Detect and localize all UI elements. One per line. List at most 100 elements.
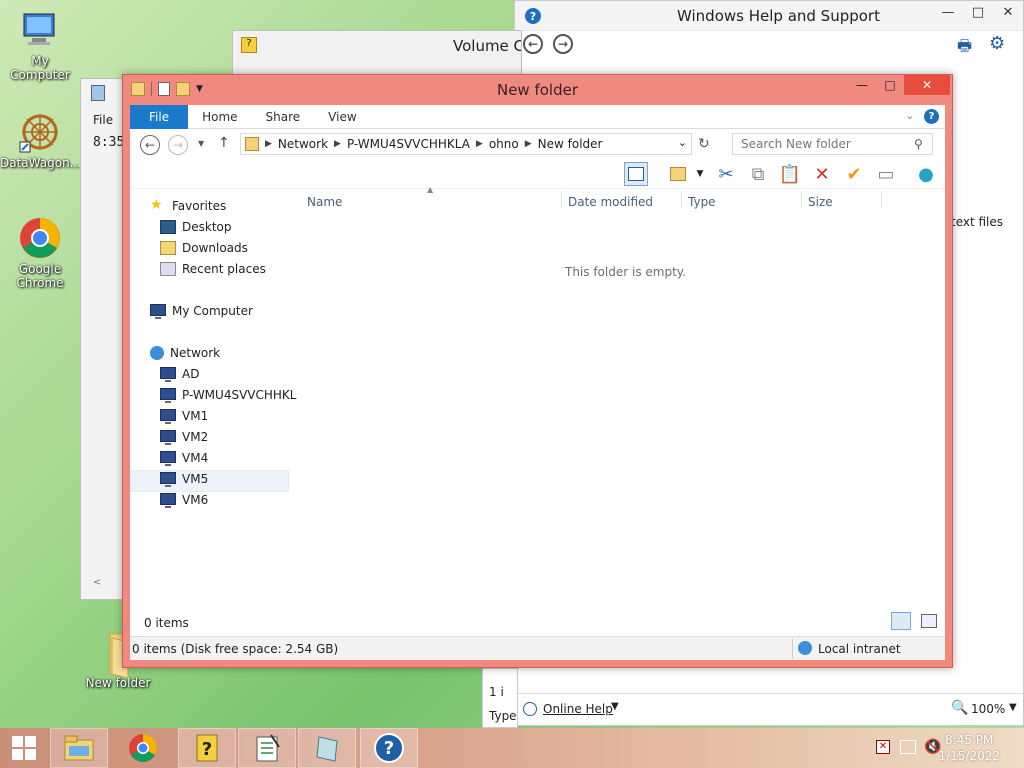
breadcrumb-network[interactable]: Network: [278, 137, 328, 151]
action-center-flag-icon[interactable]: ✕: [876, 740, 890, 754]
taskbar-app[interactable]: [298, 728, 356, 768]
help-icon[interactable]: ?: [924, 109, 939, 124]
nav-host-vm5[interactable]: VM5: [160, 469, 208, 489]
chevron-down-icon[interactable]: ▼: [1009, 702, 1017, 713]
checkmark-icon[interactable]: ✔: [842, 162, 866, 186]
close-button[interactable]: ✕: [904, 75, 950, 95]
desktop-icon-label: DataWagon...: [0, 156, 82, 170]
maximize-button[interactable]: □: [876, 75, 904, 95]
copy-icon[interactable]: ⧉: [746, 162, 770, 186]
nav-host-vm6[interactable]: VM6: [160, 490, 208, 510]
back-arrow-icon[interactable]: ←: [140, 135, 160, 155]
chevron-down-icon[interactable]: ▼: [688, 162, 712, 186]
desktop-icon-label: Google Chrome: [16, 262, 64, 290]
chevron-down-icon[interactable]: ▼: [611, 701, 619, 712]
expand-ribbon-icon[interactable]: ⌄: [906, 111, 914, 122]
nav-my-computer[interactable]: My Computer: [150, 301, 253, 321]
desktop-icon-chrome[interactable]: Google Chrome: [0, 216, 80, 290]
minimize-button[interactable]: —: [848, 75, 876, 95]
nav-host-p-wmu4[interactable]: P-WMU4SVVCHHKL: [160, 385, 296, 405]
print-icon[interactable]: 🖶: [957, 35, 972, 62]
windows-logo-icon: [12, 736, 36, 760]
breadcrumb-host[interactable]: P-WMU4SVVCHHKLA: [347, 137, 470, 151]
search-icon[interactable]: ⚲: [914, 137, 923, 151]
start-button[interactable]: [0, 728, 48, 768]
help-titlebar: ? Windows Help and Support — □ ✕: [515, 1, 1023, 31]
chrome-icon: [129, 734, 157, 762]
clock-time: 8:45 PM: [945, 733, 994, 747]
computer-icon: [160, 451, 176, 466]
column-date-modified[interactable]: Date modified: [568, 195, 653, 209]
tab-view[interactable]: View: [314, 105, 370, 129]
breadcrumb-share[interactable]: ohno: [489, 137, 519, 151]
address-dropdown-icon[interactable]: ⌄: [678, 136, 687, 149]
explorer-window[interactable]: ▼ New folder — □ ✕ File Home Share View …: [122, 74, 953, 668]
network-status-icon[interactable]: [900, 740, 916, 754]
scroll-left-arrow[interactable]: <: [93, 577, 101, 588]
navigation-bar: ← → ▼ ↑ ▶ Network ▶ P-WMU4SVVCHHKLA ▶ oh…: [130, 129, 945, 159]
nav-favorites[interactable]: ★ Favorites: [150, 196, 226, 216]
nav-host-vm4[interactable]: VM4: [160, 448, 208, 468]
tab-home[interactable]: Home: [188, 105, 251, 129]
help-file-icon: ?: [196, 734, 218, 762]
desktop-icon-datawagon[interactable]: DataWagon...: [0, 110, 82, 170]
intranet-globe-icon: [798, 641, 812, 655]
computer-icon: [160, 367, 176, 382]
help-side-text: text files: [951, 215, 1004, 229]
close-button[interactable]: ✕: [993, 1, 1023, 23]
nav-desktop[interactable]: Desktop: [160, 217, 232, 237]
nav-host-vm2[interactable]: VM2: [160, 427, 208, 447]
rename-icon[interactable]: ▭: [874, 162, 898, 186]
up-arrow-icon[interactable]: ↑: [218, 135, 230, 151]
paste-icon[interactable]: 📋: [778, 162, 802, 186]
item-count: 0 items: [144, 616, 189, 630]
minimize-button[interactable]: —: [933, 1, 963, 23]
taskbar-file-explorer[interactable]: [50, 728, 108, 768]
tab-file[interactable]: File: [130, 104, 189, 129]
ribbon-tabs: File Home Share View ⌄ ?: [130, 104, 945, 129]
nav-host-ad[interactable]: AD: [160, 364, 199, 384]
maximize-button[interactable]: □: [963, 1, 993, 23]
computer-icon: [160, 493, 176, 508]
taskbar-notepad[interactable]: [238, 728, 296, 768]
column-type[interactable]: Type: [688, 195, 716, 209]
taskbar-help-support[interactable]: ?: [360, 728, 418, 768]
notepad-file-menu[interactable]: File: [93, 113, 113, 127]
search-input[interactable]: Search New folder: [732, 133, 933, 155]
column-size[interactable]: Size: [808, 195, 833, 209]
zoom-level[interactable]: 100%: [971, 702, 1005, 716]
delete-icon[interactable]: ✕: [810, 162, 834, 186]
details-view-icon[interactable]: [891, 612, 911, 630]
recent-locations-chevron-icon[interactable]: ▼: [198, 139, 204, 148]
online-help-button[interactable]: Online Help: [543, 702, 613, 716]
app-window-icon: [316, 736, 338, 762]
breadcrumb-folder[interactable]: New folder: [538, 137, 603, 151]
desktop-icon-my-computer[interactable]: My Computer: [0, 8, 80, 82]
forward-arrow-icon[interactable]: →: [168, 135, 188, 155]
back-arrow-icon[interactable]: ←: [523, 34, 543, 54]
address-bar[interactable]: ▶ Network ▶ P-WMU4SVVCHHKLA ▶ ohno ▶ New…: [240, 133, 692, 155]
nav-recent-places[interactable]: Recent places: [160, 259, 266, 279]
system-clock[interactable]: 8:45 PM 1/15/2022: [938, 732, 1000, 764]
forward-arrow-icon[interactable]: →: [553, 34, 573, 54]
recent-places-icon: [160, 262, 176, 276]
taskbar: ? ? ✕ 🔇 8:45 PM 1/15/2022: [0, 728, 1024, 768]
preview-pane-icon[interactable]: [624, 162, 648, 186]
volume-window[interactable]: ? Volume C: [232, 30, 522, 80]
cut-icon[interactable]: ✂: [714, 162, 738, 186]
shell-icon[interactable]: ●: [914, 162, 938, 186]
large-icons-view-icon[interactable]: [921, 614, 937, 628]
taskbar-help-file[interactable]: ?: [178, 728, 236, 768]
column-name[interactable]: Name: [307, 195, 342, 209]
nav-network[interactable]: Network: [150, 343, 220, 363]
refresh-icon[interactable]: ↻: [698, 136, 710, 152]
status-disk-space: 0 items (Disk free space: 2.54 GB): [132, 642, 339, 656]
nav-host-vm1[interactable]: VM1: [160, 406, 208, 426]
folder-check-icon[interactable]: [666, 162, 690, 186]
gear-icon[interactable]: ⚙: [989, 33, 1005, 54]
tab-share[interactable]: Share: [252, 105, 315, 129]
taskbar-chrome[interactable]: [114, 728, 172, 768]
volume-window-title: Volume C: [453, 37, 521, 55]
nav-downloads[interactable]: Downloads: [160, 238, 248, 258]
notepad-icon: [91, 85, 105, 101]
